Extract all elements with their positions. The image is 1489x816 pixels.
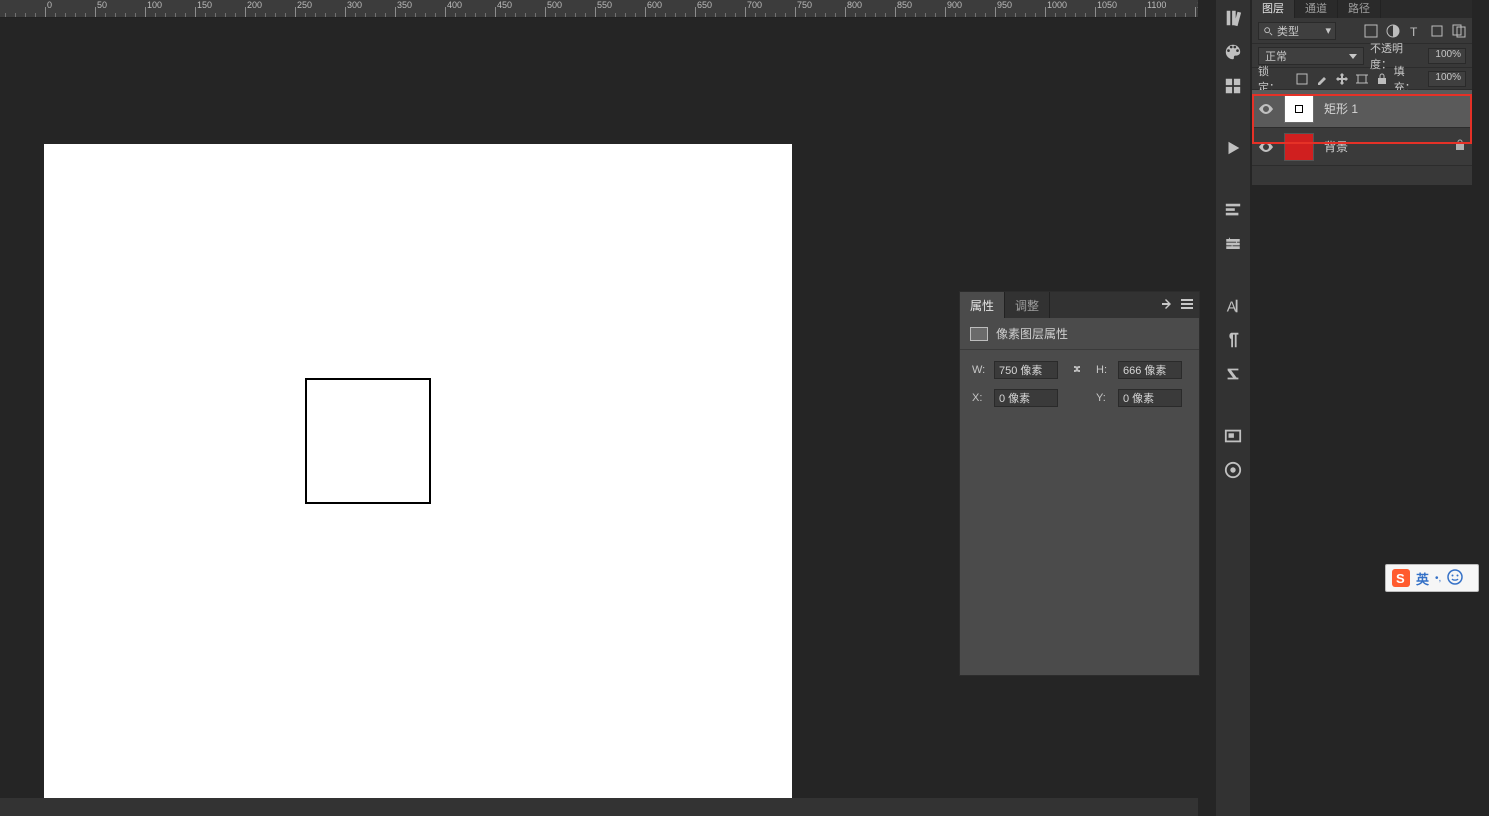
svg-text:T: T	[1410, 25, 1418, 38]
play-icon[interactable]	[1223, 138, 1243, 158]
y-label: Y:	[1096, 392, 1110, 404]
opacity-input[interactable]: 100%	[1428, 48, 1466, 64]
rectangle-shape[interactable]	[305, 378, 431, 504]
align-icon[interactable]	[1223, 200, 1243, 220]
visibility-toggle-icon[interactable]	[1258, 139, 1274, 155]
x-label: X:	[972, 392, 986, 404]
layer-row-background[interactable]: 背景	[1252, 128, 1472, 166]
link-dimensions-icon[interactable]	[1066, 363, 1088, 377]
horizontal-scrollbar[interactable]	[0, 798, 1198, 816]
character-icon[interactable]: A	[1223, 296, 1243, 316]
lock-artboard-icon[interactable]	[1356, 73, 1368, 85]
dock-icon-strip: A	[1216, 0, 1250, 816]
filter-shape-icon[interactable]	[1430, 24, 1444, 38]
filter-type-select[interactable]: 类型 ▾	[1258, 22, 1336, 40]
tab-channels[interactable]: 通道	[1295, 0, 1338, 18]
document-canvas[interactable]	[44, 144, 792, 809]
sogou-logo-icon[interactable]: S	[1392, 569, 1410, 587]
visibility-toggle-icon[interactable]	[1258, 101, 1274, 117]
width-input[interactable]	[994, 361, 1058, 379]
filter-adjust-icon[interactable]	[1386, 24, 1400, 38]
tab-adjustments[interactable]: 调整	[1005, 292, 1050, 318]
navigator-icon[interactable]	[1223, 426, 1243, 446]
filter-type-label: 类型	[1277, 23, 1299, 39]
svg-text:S: S	[1396, 571, 1405, 586]
layers-panel: 图层 通道 路径 类型 ▾ T 正常 不透明度： 100% 锁定：	[1252, 0, 1472, 185]
x-input[interactable]	[994, 389, 1058, 407]
layer-row-rectangle[interactable]: 矩形 1	[1252, 90, 1472, 128]
properties-panel: 属性 调整 像素图层属性 W: H: X: Y:	[959, 291, 1200, 676]
lock-icon	[1454, 139, 1466, 154]
collapse-icon[interactable]	[1161, 298, 1173, 313]
glyphs-icon[interactable]	[1223, 364, 1243, 384]
filter-smart-icon[interactable]	[1452, 24, 1466, 38]
fill-input[interactable]: 100%	[1428, 71, 1466, 87]
layer-name[interactable]: 背景	[1324, 138, 1444, 155]
tab-paths[interactable]: 路径	[1338, 0, 1381, 18]
layer-thumbnail[interactable]	[1284, 95, 1314, 123]
swatches-icon[interactable]	[1223, 76, 1243, 96]
height-label: H:	[1096, 364, 1110, 376]
filter-pixel-icon[interactable]	[1364, 24, 1378, 38]
svg-text:A: A	[1227, 299, 1237, 315]
ruler-horizontal: 0501001502002503003504004505005506006507…	[0, 0, 1198, 18]
color-icon[interactable]	[1223, 42, 1243, 62]
layer-name[interactable]: 矩形 1	[1324, 100, 1466, 117]
y-input[interactable]	[1118, 389, 1182, 407]
lock-all-icon[interactable]	[1376, 73, 1388, 85]
tab-layers[interactable]: 图层	[1252, 0, 1295, 18]
history-icon[interactable]	[1223, 8, 1243, 28]
ime-lang[interactable]: 英	[1416, 569, 1429, 588]
emoji-icon[interactable]	[1447, 569, 1463, 588]
info-circle-icon[interactable]	[1223, 460, 1243, 480]
blend-mode-value: 正常	[1265, 48, 1287, 64]
lock-pixels-icon[interactable]	[1316, 73, 1328, 85]
width-label: W:	[972, 364, 986, 376]
lock-position-icon[interactable]	[1336, 73, 1348, 85]
layer-thumbnail[interactable]	[1284, 133, 1314, 161]
adjust-icon[interactable]	[1223, 234, 1243, 254]
ime-punct-icon[interactable]: •,	[1435, 573, 1441, 584]
picture-icon	[970, 327, 988, 341]
height-input[interactable]	[1118, 361, 1182, 379]
paragraph-icon[interactable]	[1223, 330, 1243, 350]
filter-type-text-icon[interactable]: T	[1408, 24, 1422, 38]
tab-properties[interactable]: 属性	[960, 292, 1005, 318]
properties-subtitle: 像素图层属性	[996, 325, 1068, 342]
panel-menu-icon[interactable]	[1181, 298, 1193, 313]
ime-toolbar[interactable]: S 英 •,	[1385, 564, 1479, 592]
lock-transparent-icon[interactable]	[1296, 73, 1308, 85]
